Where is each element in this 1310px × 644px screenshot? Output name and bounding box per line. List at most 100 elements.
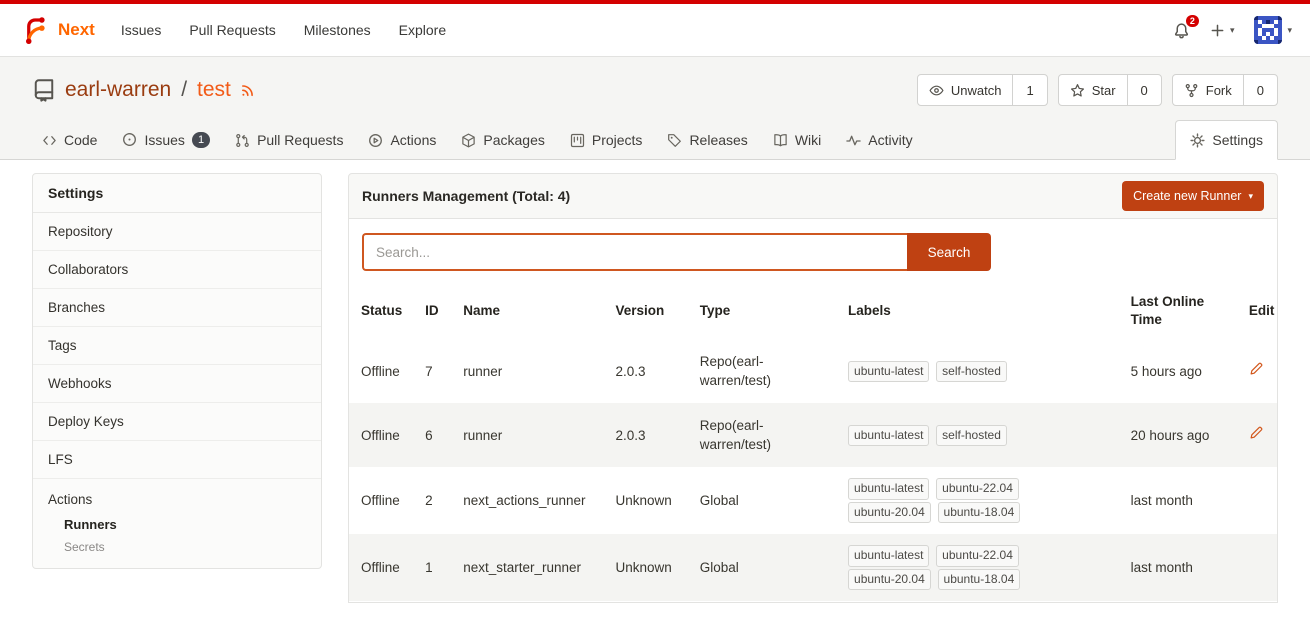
runner-name: runner [451, 403, 603, 467]
edit-runner-button[interactable] [1249, 361, 1264, 376]
sidebar-item-webhooks[interactable]: Webhooks [33, 365, 321, 403]
watch-button-group: Unwatch 1 [917, 74, 1048, 106]
fork-icon [1184, 83, 1199, 98]
tab-packages[interactable]: Packages [451, 121, 554, 159]
project-board-icon [570, 133, 585, 148]
eye-icon [929, 83, 944, 98]
main-navbar: Next Issues Pull Requests Milestones Exp… [0, 4, 1310, 57]
column-header-labels: Labels [836, 283, 1119, 339]
tab-projects[interactable]: Projects [560, 121, 653, 159]
tab-activity[interactable]: Activity [836, 121, 922, 159]
tab-label: Code [64, 132, 97, 148]
tab-wiki[interactable]: Wiki [763, 121, 831, 159]
star-button[interactable]: Star [1059, 75, 1127, 105]
repo-title: earl-warren / test [32, 78, 256, 102]
notification-count-badge: 2 [1186, 15, 1199, 28]
column-header-last-online: Last Online Time [1119, 283, 1237, 339]
runner-label-chip: ubuntu-latest [848, 545, 929, 566]
runner-version: Unknown [604, 534, 688, 601]
home-link[interactable]: Next [18, 15, 107, 45]
user-avatar [1254, 16, 1282, 44]
repo-action-buttons: Unwatch 1 Star 0 [917, 74, 1278, 106]
fork-button[interactable]: Fork [1173, 75, 1243, 105]
tab-actions[interactable]: Actions [358, 121, 446, 159]
brand-name: Next [58, 20, 95, 40]
pull-request-icon [235, 133, 250, 148]
tab-label: Wiki [795, 132, 821, 148]
forgejo-logo-icon [20, 15, 50, 45]
repo-owner-link[interactable]: earl-warren [65, 78, 171, 102]
actions-icon [368, 133, 383, 148]
runner-type: Global [688, 467, 836, 534]
runner-edit-cell [1237, 467, 1277, 534]
forks-count[interactable]: 0 [1243, 75, 1277, 105]
create-new-menu-button[interactable]: ▾ [1210, 23, 1235, 38]
sidebar-item-branches[interactable]: Branches [33, 289, 321, 327]
stars-count[interactable]: 0 [1127, 75, 1161, 105]
fork-button-group: Fork 0 [1172, 74, 1278, 106]
fork-label: Fork [1206, 83, 1232, 98]
pulse-icon [846, 133, 861, 148]
runner-last-online: last month [1119, 534, 1237, 601]
edit-runner-button[interactable] [1249, 425, 1264, 440]
runner-label-chip: self-hosted [936, 361, 1007, 382]
column-header-status: Status [349, 283, 413, 339]
tab-releases[interactable]: Releases [657, 121, 757, 159]
runner-version: Unknown [604, 467, 688, 534]
user-menu-button[interactable]: ▾ [1254, 16, 1292, 44]
repo-header-section: earl-warren / test [0, 57, 1310, 160]
runner-label-chip: ubuntu-18.04 [938, 569, 1021, 590]
tab-code[interactable]: Code [32, 121, 107, 159]
sidebar-item-lfs[interactable]: LFS [33, 441, 321, 479]
nav-explore[interactable]: Explore [385, 12, 460, 48]
sidebar-actions-label: Actions [33, 488, 321, 513]
star-button-group: Star 0 [1058, 74, 1162, 106]
runner-label-chip: ubuntu-18.04 [938, 502, 1021, 523]
runner-search-form: Search [362, 233, 991, 271]
sidebar-item-runners[interactable]: Runners [33, 513, 321, 536]
table-header-row: Status ID Name Version Type Labels Last … [349, 283, 1277, 339]
runners-panel-header: Runners Management (Total: 4) Create new… [348, 173, 1278, 219]
runner-labels: ubuntu-latest ubuntu-22.04 ubuntu-20.04 … [836, 534, 1119, 601]
create-new-runner-button[interactable]: Create new Runner ▾ [1122, 181, 1264, 211]
nav-milestones[interactable]: Milestones [290, 12, 385, 48]
tab-issues[interactable]: Issues 1 [112, 121, 220, 159]
nav-issues[interactable]: Issues [107, 12, 175, 48]
repo-path-separator: / [181, 78, 187, 102]
sidebar-item-secrets[interactable]: Secrets [33, 536, 321, 556]
runner-last-online: last month [1119, 467, 1237, 534]
unwatch-button[interactable]: Unwatch [918, 75, 1013, 105]
repo-name-link[interactable]: test [197, 78, 231, 102]
repo-title-row: earl-warren / test [0, 57, 1310, 112]
runner-last-online: 5 hours ago [1119, 339, 1237, 403]
runner-label-chip: ubuntu-20.04 [848, 569, 931, 590]
watchers-count[interactable]: 1 [1012, 75, 1046, 105]
sidebar-item-collaborators[interactable]: Collaborators [33, 251, 321, 289]
runner-label-chip: ubuntu-latest [848, 478, 929, 499]
runner-labels: ubuntu-latest self-hosted [836, 403, 1119, 467]
column-header-edit: Edit [1237, 283, 1277, 339]
runner-labels: ubuntu-latest self-hosted [836, 339, 1119, 403]
package-icon [461, 133, 476, 148]
star-label: Star [1092, 83, 1116, 98]
tag-icon [667, 133, 682, 148]
runner-row: Offline 6 runner 2.0.3 Repo(earl-warren/… [349, 403, 1277, 467]
tab-settings[interactable]: Settings [1175, 120, 1278, 160]
runner-last-online: 20 hours ago [1119, 403, 1237, 467]
notifications-button[interactable]: 2 [1173, 22, 1190, 39]
search-input[interactable] [362, 233, 907, 271]
runner-type: Global [688, 534, 836, 601]
sidebar-item-repository[interactable]: Repository [33, 213, 321, 251]
runner-label-chip: ubuntu-22.04 [936, 478, 1019, 499]
rss-feed-icon[interactable] [240, 82, 256, 98]
runner-row: Offline 2 next_actions_runner Unknown Gl… [349, 467, 1277, 534]
page-content: Settings Repository Collaborators Branch… [0, 160, 1310, 603]
runner-name: runner [451, 339, 603, 403]
runner-label-chip: ubuntu-latest [848, 425, 929, 446]
sidebar-item-tags[interactable]: Tags [33, 327, 321, 365]
nav-pull-requests[interactable]: Pull Requests [175, 12, 289, 48]
search-button[interactable]: Search [907, 233, 991, 271]
unwatch-label: Unwatch [951, 83, 1002, 98]
sidebar-item-deploy-keys[interactable]: Deploy Keys [33, 403, 321, 441]
tab-pull-requests[interactable]: Pull Requests [225, 121, 353, 159]
